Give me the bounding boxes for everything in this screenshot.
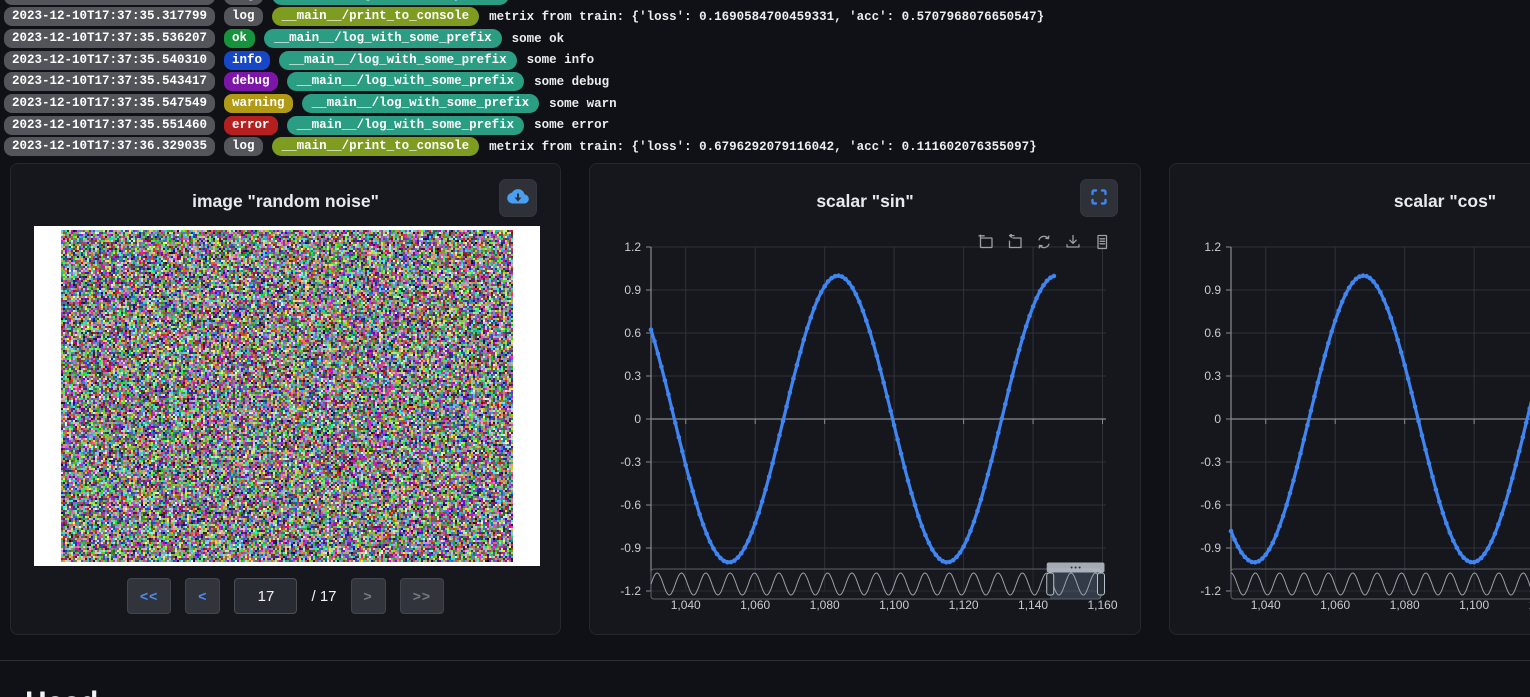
- log-row: 2023-12-10T17:37:35.547549 warning __main_…: [4, 93, 1044, 115]
- x-axis-label: 1,080: [1390, 598, 1420, 612]
- x-axis-label: 1,120: [949, 598, 979, 612]
- log-level-badge: warning: [224, 94, 293, 113]
- datazoom-handle[interactable]: [1098, 573, 1105, 595]
- x-axis-label: 1,100: [879, 598, 909, 612]
- y-axis-label: 1.2: [624, 240, 641, 254]
- image-card: image "random noise" << < / 17 > >>: [10, 163, 561, 635]
- y-axis-label: -0.9: [620, 541, 641, 555]
- y-axis-label: 0: [634, 412, 641, 426]
- log-prefix-badge: __main__/print_to_console: [272, 7, 480, 26]
- log-prefix-badge: __main__/log_with_some_prefix: [279, 51, 517, 70]
- y-axis-label: 0.6: [1204, 326, 1221, 340]
- y-axis-label: 0: [1214, 412, 1221, 426]
- y-axis-label: -1.2: [620, 584, 641, 598]
- cloud-download-icon: [506, 185, 530, 212]
- log-message: metrix from train: {'loss': 0.1690584700…: [489, 10, 1044, 24]
- log-message: some warn: [549, 97, 617, 111]
- log-prefix-badge: __main__/print_to_console: [272, 137, 480, 156]
- log-console[interactable]: log__main__/log_with_some_prefix2023-12-…: [4, 0, 1044, 158]
- download-button[interactable]: [499, 179, 537, 217]
- y-axis-label: 0.6: [624, 326, 641, 340]
- log-row: 2023-12-10T17:37:35.536207 ok __main__/log…: [4, 28, 1044, 50]
- log-timestamp-badge: 2023-12-10T17:37:35.547549: [4, 94, 215, 113]
- image-card-title: image "random noise": [11, 191, 560, 212]
- x-axis-label: 1,040: [1251, 598, 1281, 612]
- noise-image: [61, 230, 513, 562]
- log-prefix-badge: __main__/log_with_some_prefix: [302, 94, 540, 113]
- last-page-button[interactable]: >>: [400, 578, 444, 614]
- y-axis-label: 0.9: [1204, 283, 1221, 297]
- x-axis-label: 1,160: [1088, 598, 1118, 612]
- sin-chart-card: scalar "sin" 1.20.90.60.30-0.3-0.6-0.9-1…: [589, 163, 1141, 635]
- y-axis-label: -0.9: [1200, 541, 1221, 555]
- section-divider: [0, 660, 1530, 661]
- log-level-badge: debug: [224, 72, 278, 91]
- cos-chart-card: scalar "cos" 1.20.90.60.30-0.3-0.6-0.9-1…: [1169, 163, 1530, 635]
- image-frame: [34, 226, 540, 566]
- y-axis-label: -0.6: [620, 498, 641, 512]
- log-timestamp-badge: 2023-12-10T17:37:36.329035: [4, 137, 215, 156]
- log-message: some ok: [512, 32, 565, 46]
- first-page-button[interactable]: <<: [127, 578, 171, 614]
- log-row: 2023-12-10T17:37:35.540310 info __main__/l…: [4, 49, 1044, 71]
- datazoom-slider[interactable]: [1231, 563, 1530, 600]
- x-axis-label: 1,060: [1320, 598, 1350, 612]
- y-axis-label: -0.6: [1200, 498, 1221, 512]
- log-level-badge: info: [224, 51, 270, 70]
- save-image-icon[interactable]: [1065, 234, 1081, 250]
- y-axis-label: 1.2: [1204, 240, 1221, 254]
- image-pagination: << < / 17 > >>: [11, 578, 560, 614]
- data-view-icon[interactable]: [1094, 234, 1110, 250]
- x-axis-label: 1,080: [810, 598, 840, 612]
- log-level-badge: log: [224, 7, 263, 26]
- log-level-badge: log: [224, 137, 263, 156]
- log-level-badge: log: [224, 0, 263, 5]
- y-axis-label: -0.3: [620, 455, 641, 469]
- log-row: 2023-12-10T17:37:35.543417 debug __main__/…: [4, 71, 1044, 93]
- page-input[interactable]: [234, 578, 297, 614]
- datazoom-slider[interactable]: [651, 563, 1105, 600]
- y-axis-label: -1.2: [1200, 584, 1221, 598]
- cards-row: image "random noise" << < / 17 > >> scal…: [10, 163, 1530, 635]
- zoom-back-icon[interactable]: [1007, 234, 1023, 250]
- datazoom-handle[interactable]: [1047, 573, 1054, 595]
- zoom-box-icon[interactable]: [978, 234, 994, 250]
- x-axis-label: 1,140: [1018, 598, 1048, 612]
- log-timestamp-badge: 2023-12-10T17:37:35.543417: [4, 72, 215, 91]
- log-message: metrix from train: {'loss': 0.6796292079…: [489, 140, 1037, 154]
- log-row: 2023-12-10T17:37:35.551460 error __main__/…: [4, 114, 1044, 136]
- log-message: some debug: [534, 75, 609, 89]
- log-row: 2023-12-10T17:37:36.329035 log __main__/pr…: [4, 136, 1044, 158]
- y-axis-label: -0.3: [1200, 455, 1221, 469]
- prev-page-button[interactable]: <: [185, 578, 220, 614]
- log-prefix-badge: __main__/log_with_some_prefix: [287, 72, 525, 91]
- log-prefix-badge: __main__/log_with_some_prefix: [287, 116, 525, 135]
- y-axis-label: 0.9: [624, 283, 641, 297]
- x-axis-label: 1,060: [740, 598, 770, 612]
- cos-chart: 1.2 0.9 0.6 0.3 0 -0.3 -0.6 -0.9 -1.2 1,040 1,060 1…: [1170, 164, 1530, 636]
- log-timestamp-badge: 2023-12-10T17:37:35.551460: [4, 116, 215, 135]
- restore-icon[interactable]: [1036, 234, 1052, 250]
- y-axis-label: 0.3: [1204, 369, 1221, 383]
- log-timestamp-badge: [4, 0, 215, 5]
- log-level-badge: ok: [224, 29, 255, 48]
- log-row: 2023-12-10T17:37:35.317799 log __main__/pr…: [4, 6, 1044, 28]
- partial-heading: Head: [25, 686, 98, 697]
- log-message: some error: [534, 118, 609, 132]
- page-total-label: / 17: [311, 588, 336, 605]
- chart-toolbar: [978, 234, 1110, 250]
- x-axis-label: 1,100: [1459, 598, 1489, 612]
- log-timestamp-badge: 2023-12-10T17:37:35.317799: [4, 7, 215, 26]
- log-timestamp-badge: 2023-12-10T17:37:35.540310: [4, 51, 215, 70]
- log-timestamp-badge: 2023-12-10T17:37:35.536207: [4, 29, 215, 48]
- log-prefix-badge: __main__/log_with_some_prefix: [272, 0, 510, 5]
- y-axis-label: 0.3: [624, 369, 641, 383]
- log-message: some info: [527, 53, 595, 67]
- log-prefix-badge: __main__/log_with_some_prefix: [264, 29, 502, 48]
- x-axis-label: 1,040: [671, 598, 701, 612]
- next-page-button[interactable]: >: [351, 578, 386, 614]
- log-level-badge: error: [224, 116, 278, 135]
